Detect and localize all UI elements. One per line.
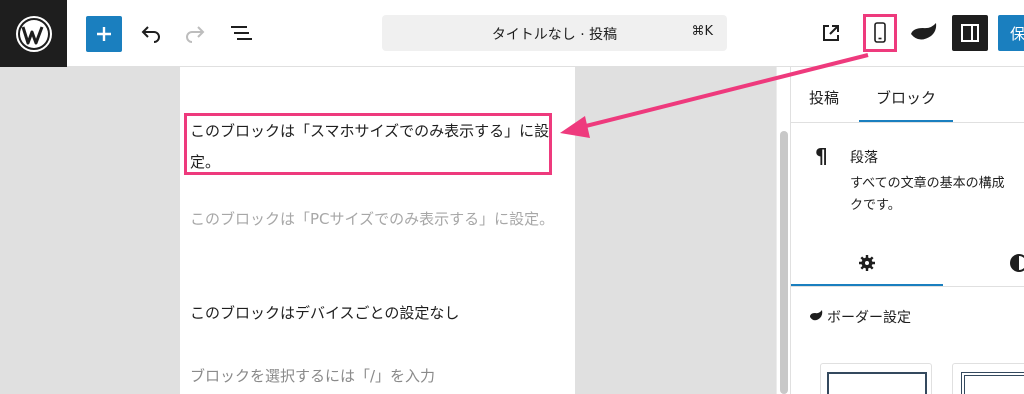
document-title: タイトルなし · 投稿 — [491, 27, 618, 43]
annotation-highlight — [184, 113, 552, 175]
redo-icon — [186, 26, 205, 43]
border-settings-title[interactable]: ボーダー設定 — [827, 307, 911, 327]
tab-styles[interactable] — [943, 241, 1024, 285]
tab-settings[interactable] — [791, 241, 943, 285]
block-description-line: クです。 — [850, 198, 901, 213]
command-palette-bar[interactable]: タイトルなし · 投稿 ⌘K — [382, 15, 727, 51]
plugin-leaf-icon — [810, 310, 823, 321]
plugin-button[interactable] — [906, 18, 942, 48]
canvas-scrollbar[interactable] — [776, 67, 790, 394]
border-style-option[interactable] — [952, 363, 1024, 394]
block-description-line: すべての文章の基本の構成 — [850, 176, 1005, 191]
document-overview-button[interactable] — [226, 18, 256, 48]
plus-icon — [97, 27, 111, 41]
settings-toggle-button[interactable] — [952, 15, 988, 51]
shortcut-hint: ⌘K — [691, 24, 713, 39]
mobile-icon — [874, 22, 886, 43]
mobile-preview-button[interactable] — [863, 14, 897, 52]
save-button[interactable]: 保存 — [998, 15, 1024, 51]
scrollbar-thumb[interactable] — [780, 131, 788, 394]
view-post-button[interactable] — [816, 18, 846, 48]
divider — [791, 286, 1024, 287]
border-style-preview — [961, 372, 1024, 394]
redo-button[interactable] — [180, 18, 210, 48]
add-block-button[interactable] — [86, 16, 122, 52]
divider — [791, 122, 1024, 123]
border-style-preview — [827, 372, 927, 394]
paragraph-block-no-setting[interactable]: このブロックはデバイスごとの設定なし — [190, 298, 560, 329]
settings-sidebar: 投稿 ブロック ¶ 段落 すべての文章の基本の構成 クです。 ボーダー設定 — [790, 67, 1024, 394]
block-placeholder[interactable]: ブロックを選択するには「/」を入力 — [190, 361, 560, 392]
undo-icon — [141, 26, 160, 43]
external-view-icon — [823, 25, 839, 41]
editor-header: タイトルなし · 投稿 ⌘K 保存 — [0, 0, 1024, 67]
plugin-icon — [911, 23, 937, 40]
tab-block[interactable]: ブロック — [876, 87, 936, 108]
document-overview-icon — [231, 26, 252, 40]
wordpress-icon — [15, 15, 52, 52]
undo-button[interactable] — [136, 18, 166, 48]
block-name: 段落 — [850, 150, 878, 166]
block-description: すべての文章の基本の構成 クです。 — [850, 173, 1024, 217]
paragraph-block-pc-only[interactable]: このブロックは「PCサイズでのみ表示する」に設定。 — [190, 204, 570, 235]
gear-icon — [859, 255, 875, 271]
half-circle-icon — [1010, 254, 1024, 272]
sidebar-icon — [961, 24, 979, 42]
border-style-option[interactable] — [820, 363, 932, 394]
tab-post[interactable]: 投稿 — [809, 87, 839, 108]
paragraph-icon: ¶ — [815, 144, 828, 168]
wordpress-logo[interactable] — [0, 0, 67, 67]
